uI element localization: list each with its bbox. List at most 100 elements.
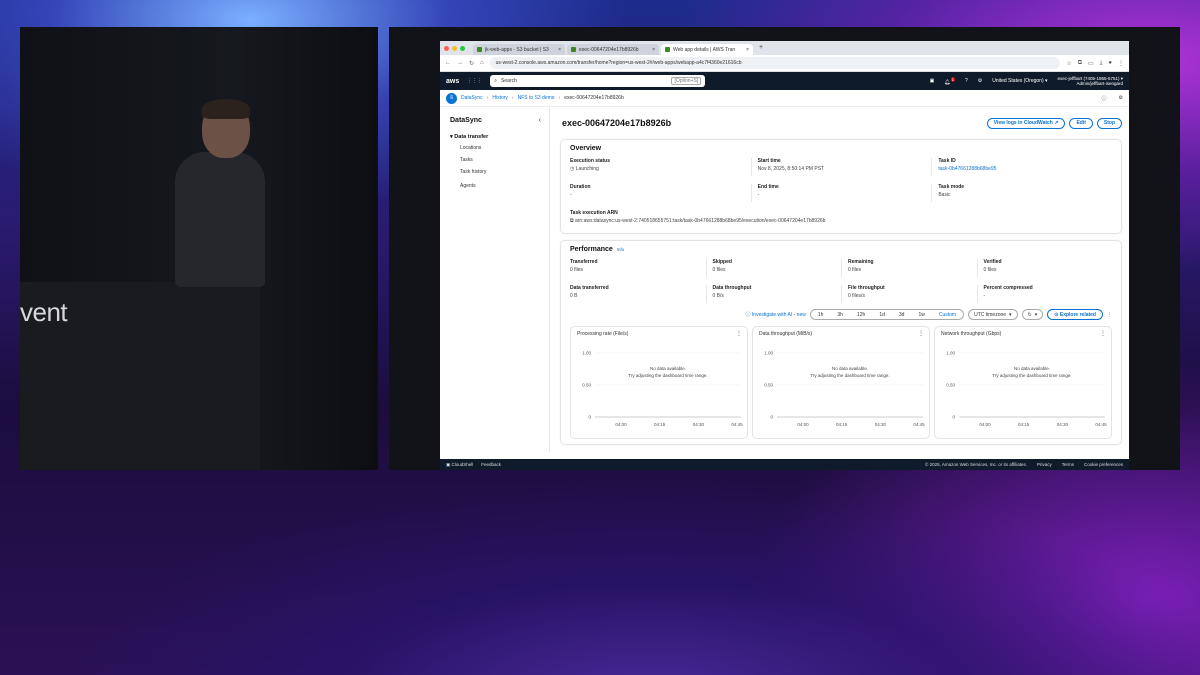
no-data-message: No data available.	[1014, 366, 1050, 371]
copyright-text: © 2025, Amazon Web Services, Inc. or its…	[925, 462, 1027, 467]
settings-gear-icon[interactable]: ⚙	[978, 78, 982, 84]
metric-field: Skipped 0 files	[705, 259, 842, 277]
metric-field: Data throughput 0 B/s	[705, 285, 842, 303]
info-circle-icon[interactable]: ⓘ	[1102, 95, 1107, 102]
privacy-link[interactable]: Privacy	[1037, 462, 1052, 467]
new-tab-button[interactable]: +	[755, 44, 767, 55]
chart-menu-icon[interactable]: ⋮	[736, 330, 742, 337]
chart-title: Data throughput (MiB/s)	[759, 331, 813, 337]
range-option-1h[interactable]: 1h	[811, 312, 831, 318]
sidebar-item-locations[interactable]: Locations	[460, 145, 549, 151]
search-icon: ⌕	[494, 78, 498, 84]
close-tab-icon[interactable]: ×	[746, 47, 749, 53]
window-controls	[444, 41, 465, 55]
task-id-link[interactable]: task-0b47661288b68be95	[938, 166, 1112, 172]
notifications-bell-icon[interactable]: 🔔︎1	[944, 76, 955, 85]
range-option-3h[interactable]: 3h	[830, 312, 850, 318]
chart-title: Network throughput (Gbps)	[941, 331, 1002, 337]
console-footer: ▣ CloudShell Feedback © 2025, Amazon Web…	[440, 459, 1129, 470]
chart-menu-icon[interactable]: ⋮	[918, 330, 924, 337]
chart-menu-icon[interactable]: ⋮	[1100, 330, 1106, 337]
investigate-ai-link[interactable]: ⓘ Investigate with AI - new	[746, 311, 806, 318]
x-tick-label: 04:45	[1095, 422, 1107, 427]
overview-grid: Execution status ◷ Launching Start time …	[570, 158, 1112, 228]
url-input[interactable]: us-west-2.console.aws.amazon.com/transfe…	[489, 57, 1061, 69]
maximize-window-dot[interactable]	[460, 45, 465, 51]
breadcrumb-history[interactable]: History	[492, 95, 508, 101]
sidebar-item-tasks[interactable]: Tasks	[460, 157, 549, 163]
stop-button[interactable]: Stop	[1096, 117, 1122, 129]
terms-link[interactable]: Terms	[1062, 462, 1074, 467]
refresh-icon: ↻	[1027, 311, 1032, 318]
aws-logo[interactable]: aws	[446, 78, 459, 85]
browser-tab[interactable]: exec-00647204e17b8926b ×	[567, 44, 659, 55]
browser-tab-active[interactable]: Web app details | AWS Tran ×	[661, 44, 753, 55]
page-settings-icon[interactable]: ⚙	[1119, 95, 1123, 101]
no-data-message: No data available.	[832, 366, 868, 371]
info-link[interactable]: Info	[617, 247, 625, 252]
services-grid-icon[interactable]: ⋮⋮⋮	[467, 78, 482, 84]
collapse-sidebar-icon[interactable]: ‹	[539, 117, 541, 124]
extensions-icon[interactable]: ⧉	[1078, 60, 1082, 67]
close-window-dot[interactable]	[444, 45, 449, 51]
range-option-12h[interactable]: 12h	[850, 312, 872, 318]
download-icon[interactable]: ⤓	[1100, 60, 1103, 67]
event-logo-text: vent	[20, 297, 68, 327]
region-selector[interactable]: United States (Oregon) ▾	[992, 78, 1047, 84]
sidebar-item-task-history[interactable]: Task history	[460, 169, 549, 175]
range-option-custom[interactable]: Custom	[932, 312, 963, 318]
nav-icons: ▣ 🔔︎1 ? ⚙ United States (Oregon) ▾ exec-…	[930, 76, 1123, 87]
task-id-field: Task ID task-0b47661288b68be95	[931, 158, 1112, 176]
range-option-1w[interactable]: 1w	[911, 312, 931, 318]
back-icon[interactable]: ←	[445, 60, 451, 66]
minimize-window-dot[interactable]	[452, 45, 457, 51]
browser-window: jk-web-apps - S3 bucket | S3 × exec-00647…	[440, 41, 1129, 470]
browser-tab[interactable]: jk-web-apps - S3 bucket | S3 ×	[473, 44, 565, 55]
metric-value: 0 files	[983, 267, 997, 273]
sidebar-item-agents[interactable]: Agents	[460, 183, 549, 189]
account-menu[interactable]: exec-jeffbart (7405-1865-5751) ▾ Admin/j…	[1058, 76, 1123, 87]
timezone-dropdown[interactable]: UTC timezone ▾	[968, 309, 1018, 320]
refresh-button[interactable]: ↻ ▾	[1021, 309, 1044, 320]
hamburger-menu-icon[interactable]: ≡	[446, 92, 457, 104]
exec-status-field: Execution status ◷ Launching	[570, 158, 611, 172]
y-tick-label: 0	[952, 415, 955, 420]
edit-button[interactable]: Edit	[1069, 117, 1093, 129]
home-icon[interactable]: ⌂	[480, 60, 484, 66]
sidepanel-icon[interactable]: ▭	[1088, 60, 1094, 67]
cloudshell-icon[interactable]: ▣	[930, 78, 935, 84]
performance-title: Performance	[570, 246, 613, 253]
range-option-3d[interactable]: 3d	[892, 312, 912, 318]
feedback-link[interactable]: Feedback	[481, 462, 501, 467]
sidebar-group-data-transfer[interactable]: ▾ Data transfer	[450, 134, 549, 140]
y-tick-label: 0	[588, 415, 591, 420]
profile-avatar[interactable]: ●	[1108, 60, 1112, 66]
cloudshell-link[interactable]: ▣ CloudShell	[446, 462, 473, 468]
close-tab-icon[interactable]: ×	[558, 47, 561, 53]
x-tick-label: 04:15	[836, 422, 848, 427]
explore-related-button[interactable]: ⊙ Explore related	[1047, 309, 1103, 320]
bookmark-star-icon[interactable]: ☆	[1066, 60, 1071, 67]
view-logs-button[interactable]: View logs in CloudWatch ↗	[986, 117, 1066, 129]
forward-icon[interactable]: →	[457, 60, 463, 66]
browser-menu-icon[interactable]: ⋮	[1118, 60, 1124, 67]
breadcrumb-datasync[interactable]: DataSync	[461, 95, 483, 101]
main-content: exec-00647204e17b8926b View logs in Clou…	[560, 107, 1122, 452]
no-data-message: No data available.	[650, 366, 686, 371]
help-icon[interactable]: ?	[965, 78, 968, 84]
sidebar-title[interactable]: DataSync	[450, 117, 549, 124]
cookie-preferences-link[interactable]: Cookie preferences	[1084, 462, 1123, 467]
more-options-icon[interactable]: ⋮	[1107, 312, 1112, 318]
range-option-1d[interactable]: 1d	[872, 312, 892, 318]
close-tab-icon[interactable]: ×	[652, 47, 655, 53]
x-tick-label: 04:15	[1018, 422, 1030, 427]
chevron-right-icon: ›	[558, 95, 561, 101]
breadcrumb-task[interactable]: NFS to S3 demo	[518, 95, 555, 101]
duration-field: Duration -	[570, 184, 751, 202]
reload-icon[interactable]: ↻	[469, 60, 474, 67]
y-tick-label: 0.50	[946, 383, 955, 388]
console-search-input[interactable]: ⌕ Search [Option+S]	[490, 75, 706, 87]
x-tick-label: 04:30	[875, 422, 887, 427]
aws-top-nav: aws ⋮⋮⋮ ⌕ Search [Option+S] ▣ 🔔︎1 ? ⚙ Un…	[440, 72, 1129, 90]
side-navigation: DataSync ‹ ▾ Data transfer Locations Tas…	[440, 107, 550, 452]
